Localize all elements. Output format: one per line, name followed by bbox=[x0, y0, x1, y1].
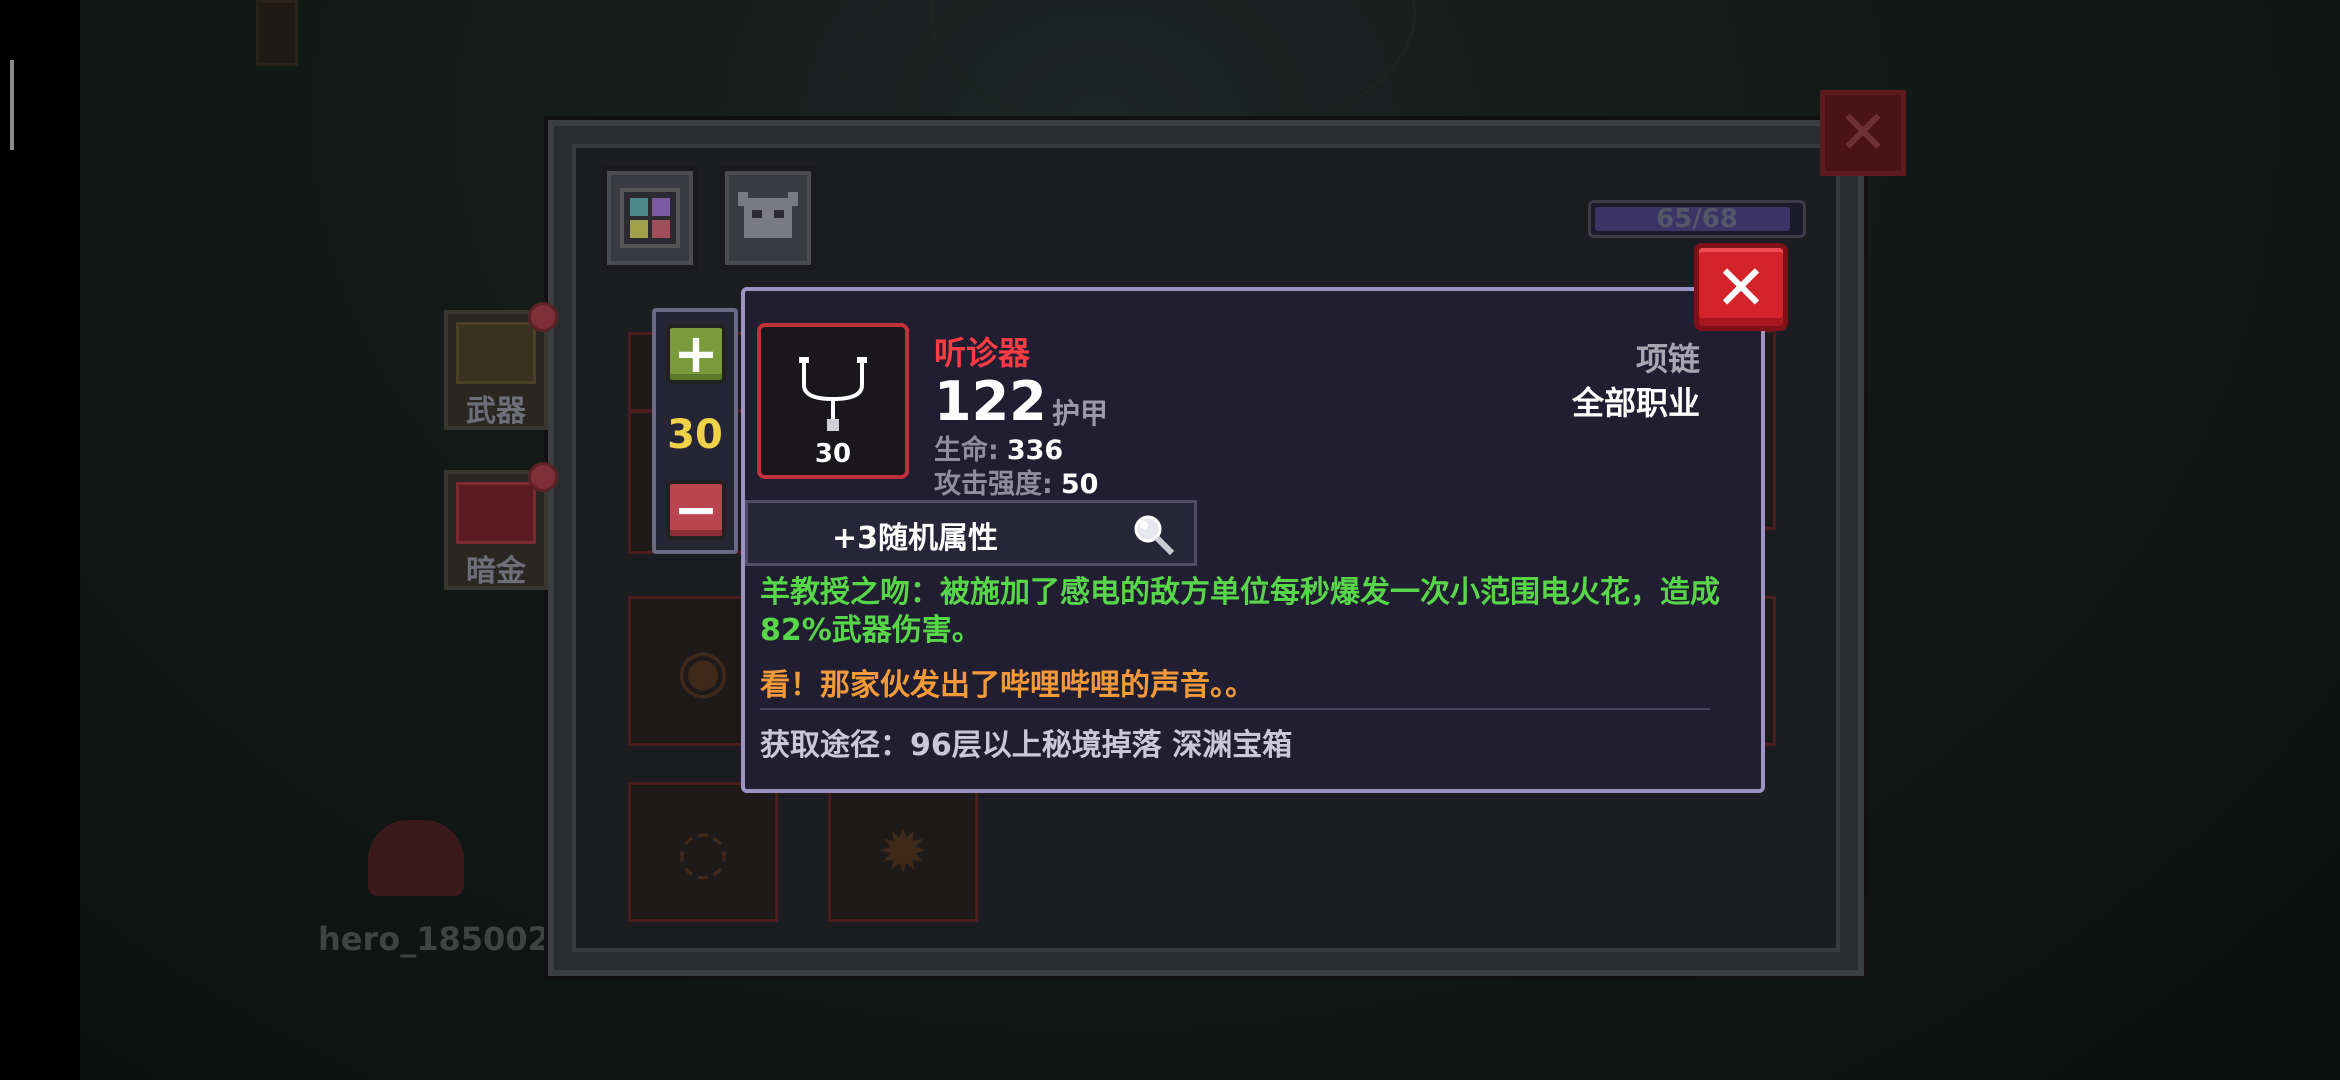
weapon-icon bbox=[456, 322, 536, 384]
stat-key: 攻击强度: bbox=[934, 469, 1053, 500]
armor-value: 122 bbox=[934, 370, 1047, 433]
item-icon-frame: 30 bbox=[757, 323, 909, 479]
left-edge-strip bbox=[0, 0, 80, 1080]
effect-description: 羊教授之吻：被施加了感电的敌方单位每秒爆发一次小范围电火花，造成82%武器伤害。 bbox=[760, 575, 1720, 648]
armor-label: 护甲 bbox=[1052, 397, 1109, 430]
notification-dot bbox=[528, 462, 558, 492]
increase-button[interactable]: + bbox=[666, 324, 726, 384]
tooltip-close-button[interactable]: ✕ bbox=[1694, 243, 1788, 331]
equip-slot[interactable]: ◌ bbox=[628, 782, 778, 922]
stat-attack: 攻击强度: 50 bbox=[934, 462, 1098, 501]
bag-capacity-bar: 65/68 bbox=[1588, 200, 1806, 238]
equip-slot-type: 项链 bbox=[1635, 340, 1700, 378]
side-tab-dark-gold[interactable]: 暗金 bbox=[444, 462, 558, 590]
background-lamp bbox=[256, 0, 298, 66]
capacity-text: 65/68 bbox=[1656, 204, 1738, 234]
decrease-button[interactable]: − bbox=[666, 480, 726, 540]
notification-dot bbox=[528, 302, 558, 332]
stethoscope-icon bbox=[799, 357, 867, 431]
game-scene: hero_185002 ✕ 65/68 ◉ ◌ ✹ 武器 暗金 + 30 − ✕… bbox=[0, 0, 2340, 1080]
tab-character[interactable] bbox=[720, 166, 816, 270]
side-tab-label: 武器 bbox=[466, 394, 526, 429]
side-tab-weapons[interactable]: 武器 bbox=[444, 302, 558, 430]
item-name: 听诊器 bbox=[934, 334, 1031, 372]
stat-value: 50 bbox=[1060, 469, 1099, 500]
magnifier-icon[interactable] bbox=[1130, 511, 1176, 557]
drag-handle[interactable] bbox=[10, 60, 14, 150]
grid-icon bbox=[620, 188, 680, 248]
equip-slot[interactable]: ✹ bbox=[828, 782, 978, 922]
random-attributes-label: +3随机属性 bbox=[832, 521, 999, 556]
class-restriction: 全部职业 bbox=[1571, 384, 1700, 422]
player-name: hero_185002 bbox=[318, 920, 550, 958]
level-stepper: + 30 − bbox=[652, 308, 738, 554]
drop-source: 获取途径：96层以上秘境掉落 深渊宝箱 bbox=[760, 728, 1293, 763]
helmet-icon bbox=[738, 192, 798, 238]
flavor-text: 看！那家伙发出了哔哩哔哩的声音。。 bbox=[760, 668, 1255, 703]
divider bbox=[760, 708, 1710, 710]
side-tab-label: 暗金 bbox=[466, 554, 526, 589]
random-attributes-bar[interactable]: +3随机属性 bbox=[745, 500, 1197, 566]
inventory-close-button[interactable]: ✕ bbox=[1820, 90, 1906, 176]
item-level: 30 bbox=[814, 439, 852, 469]
tab-inventory-grid[interactable] bbox=[602, 166, 698, 270]
player-avatar bbox=[368, 820, 464, 896]
chest-icon bbox=[456, 482, 536, 544]
level-value: 30 bbox=[667, 412, 723, 458]
